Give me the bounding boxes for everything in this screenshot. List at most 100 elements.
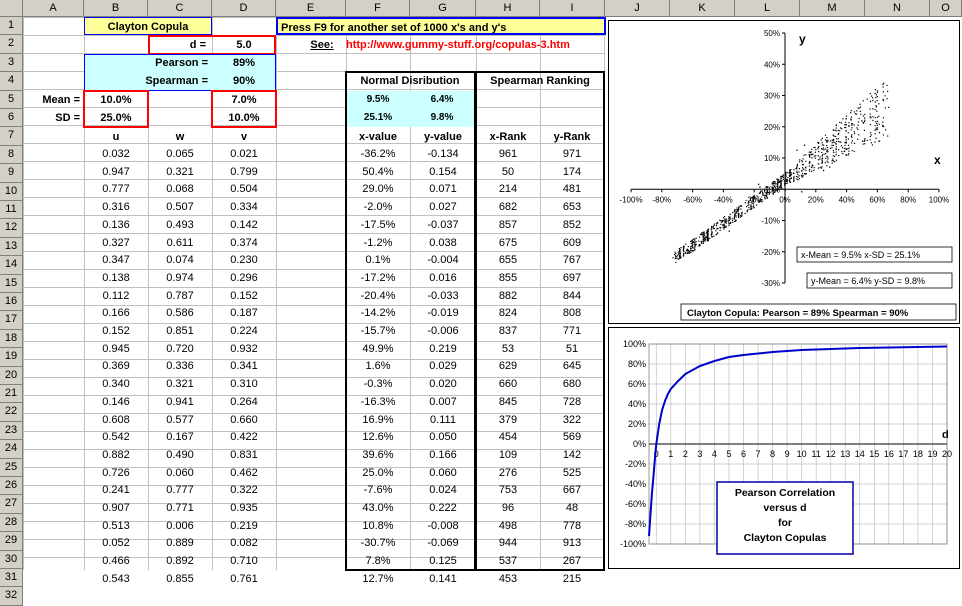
- table-cell[interactable]: 857: [476, 217, 540, 234]
- table-cell[interactable]: 655: [476, 252, 540, 269]
- table-cell[interactable]: 0.052: [84, 535, 148, 552]
- table-cell[interactable]: 0.542: [84, 429, 148, 446]
- table-cell[interactable]: 0.068: [148, 181, 212, 198]
- table-cell[interactable]: 0.577: [148, 412, 212, 429]
- table-cell[interactable]: 0.071: [410, 181, 476, 198]
- column-header-d[interactable]: D: [212, 0, 276, 17]
- table-cell[interactable]: 660: [476, 376, 540, 393]
- table-cell[interactable]: 0.154: [410, 164, 476, 181]
- column-header-e[interactable]: E: [276, 0, 346, 17]
- row-header-22[interactable]: 22: [0, 403, 23, 422]
- press-f9-note[interactable]: Press F9 for another set of 1000 x's and…: [276, 17, 606, 35]
- table-cell[interactable]: 174: [540, 164, 604, 181]
- table-cell[interactable]: 569: [540, 429, 604, 446]
- table-cell[interactable]: 0.907: [84, 500, 148, 517]
- table-cell[interactable]: 0.787: [148, 288, 212, 305]
- table-cell[interactable]: 276: [476, 465, 540, 482]
- table-cell[interactable]: 0.493: [148, 217, 212, 234]
- table-cell[interactable]: 0.074: [148, 252, 212, 269]
- table-cell[interactable]: -17.2%: [346, 270, 410, 287]
- row-header-6[interactable]: 6: [0, 109, 23, 128]
- table-cell[interactable]: 0.141: [410, 571, 476, 588]
- table-cell[interactable]: 0.038: [410, 235, 476, 252]
- table-cell[interactable]: 322: [540, 412, 604, 429]
- table-cell[interactable]: 0.021: [212, 146, 276, 163]
- table-cell[interactable]: 0.543: [84, 571, 148, 588]
- line-chart[interactable]: 100%80%60%40%20%0%-20%-40%-60%-80%-100%0…: [609, 328, 959, 568]
- row-header-8[interactable]: 8: [0, 145, 23, 165]
- table-cell[interactable]: -15.7%: [346, 323, 410, 340]
- table-cell[interactable]: 0.006: [148, 518, 212, 535]
- table-cell[interactable]: 0.032: [84, 146, 148, 163]
- table-cell[interactable]: 0.152: [212, 288, 276, 305]
- table-cell[interactable]: 0.050: [410, 429, 476, 446]
- table-cell[interactable]: 0.490: [148, 447, 212, 464]
- table-cell[interactable]: 0.142: [212, 217, 276, 234]
- table-cell[interactable]: 767: [540, 252, 604, 269]
- table-cell[interactable]: 0.777: [148, 482, 212, 499]
- table-cell[interactable]: 629: [476, 358, 540, 375]
- table-cell[interactable]: 0.007: [410, 394, 476, 411]
- table-cell[interactable]: 0.340: [84, 376, 148, 393]
- row-header-2[interactable]: 2: [0, 35, 23, 54]
- table-cell[interactable]: -0.008: [410, 518, 476, 535]
- table-cell[interactable]: -16.3%: [346, 394, 410, 411]
- column-header-c[interactable]: C: [148, 0, 212, 17]
- table-cell[interactable]: -7.6%: [346, 482, 410, 499]
- row-header-1[interactable]: 1: [0, 17, 23, 36]
- table-cell[interactable]: 961: [476, 146, 540, 163]
- table-cell[interactable]: 0.341: [212, 358, 276, 375]
- table-cell[interactable]: 0.322: [212, 482, 276, 499]
- row-header-28[interactable]: 28: [0, 513, 23, 533]
- row-header-19[interactable]: 19: [0, 348, 23, 367]
- table-cell[interactable]: 1.6%: [346, 358, 410, 375]
- table-cell[interactable]: 0.020: [410, 376, 476, 393]
- row-header-3[interactable]: 3: [0, 53, 23, 73]
- table-cell[interactable]: 0.941: [148, 394, 212, 411]
- table-cell[interactable]: -0.069: [410, 535, 476, 552]
- table-cell[interactable]: 0.152: [84, 323, 148, 340]
- table-cell[interactable]: 0.296: [212, 270, 276, 287]
- table-cell[interactable]: 481: [540, 181, 604, 198]
- column-header-f[interactable]: F: [346, 0, 410, 17]
- table-cell[interactable]: 0.726: [84, 465, 148, 482]
- table-cell[interactable]: 0.608: [84, 412, 148, 429]
- row-header-31[interactable]: 31: [0, 569, 23, 588]
- title-cell[interactable]: Clayton Copula: [84, 17, 212, 35]
- table-cell[interactable]: 0.799: [212, 164, 276, 181]
- table-cell[interactable]: 0.112: [84, 288, 148, 305]
- table-cell[interactable]: 0.710: [212, 553, 276, 570]
- table-cell[interactable]: 0.586: [148, 305, 212, 322]
- select-all-corner[interactable]: [0, 0, 23, 17]
- column-header-k[interactable]: K: [670, 0, 735, 17]
- table-cell[interactable]: 498: [476, 518, 540, 535]
- table-cell[interactable]: 0.224: [212, 323, 276, 340]
- table-cell[interactable]: 882: [476, 288, 540, 305]
- table-cell[interactable]: 12.6%: [346, 429, 410, 446]
- table-cell[interactable]: 0.082: [212, 535, 276, 552]
- table-cell[interactable]: 753: [476, 482, 540, 499]
- table-cell[interactable]: 0.321: [148, 164, 212, 181]
- row-header-17[interactable]: 17: [0, 311, 23, 330]
- table-cell[interactable]: 0.504: [212, 181, 276, 198]
- table-cell[interactable]: -14.2%: [346, 305, 410, 322]
- column-header-g[interactable]: G: [410, 0, 476, 17]
- table-cell[interactable]: 0.222: [410, 500, 476, 517]
- row-header-9[interactable]: 9: [0, 164, 23, 183]
- table-cell[interactable]: 0.138: [84, 270, 148, 287]
- table-cell[interactable]: 453: [476, 571, 540, 588]
- row-header-14[interactable]: 14: [0, 256, 23, 275]
- column-header-l[interactable]: L: [735, 0, 800, 17]
- row-header-18[interactable]: 18: [0, 329, 23, 349]
- table-cell[interactable]: 845: [476, 394, 540, 411]
- table-cell[interactable]: 680: [540, 376, 604, 393]
- table-cell[interactable]: -0.006: [410, 323, 476, 340]
- table-cell[interactable]: 844: [540, 288, 604, 305]
- table-cell[interactable]: 0.111: [410, 412, 476, 429]
- column-header-o[interactable]: O: [930, 0, 962, 17]
- table-cell[interactable]: -30.7%: [346, 535, 410, 552]
- table-cell[interactable]: 0.347: [84, 252, 148, 269]
- table-cell[interactable]: 0.851: [148, 323, 212, 340]
- table-cell[interactable]: 824: [476, 305, 540, 322]
- table-cell[interactable]: 855: [476, 270, 540, 287]
